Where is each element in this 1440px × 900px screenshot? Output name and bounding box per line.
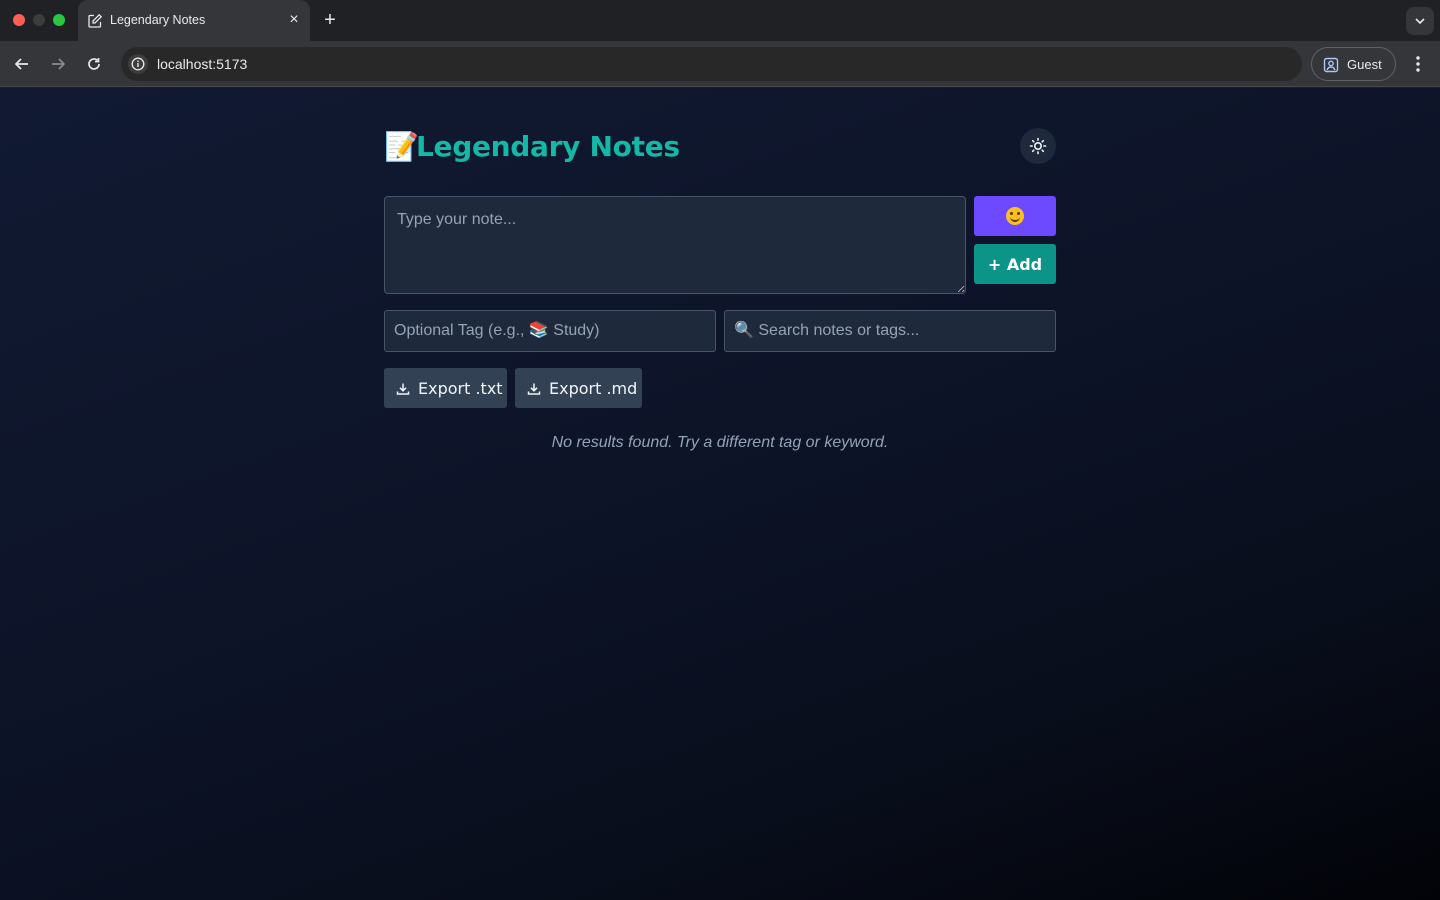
- browser-tab-strip: Legendary Notes × +: [0, 0, 1440, 41]
- window-zoom-button[interactable]: [53, 14, 65, 26]
- profile-label: Guest: [1347, 57, 1382, 72]
- tab-close-icon[interactable]: ×: [286, 12, 302, 28]
- url-text: localhost:5173: [157, 56, 248, 72]
- export-txt-button[interactable]: Export .txt: [384, 368, 507, 408]
- browser-tab-active[interactable]: Legendary Notes ×: [78, 0, 310, 41]
- theme-toggle-button[interactable]: [1020, 128, 1056, 164]
- sun-icon: [1029, 137, 1047, 155]
- back-arrow-icon[interactable]: [11, 53, 33, 75]
- memo-icon: 📝: [384, 130, 419, 163]
- site-info-icon[interactable]: [128, 54, 148, 74]
- page-title-text: Legendary Notes: [416, 130, 680, 163]
- tag-input[interactable]: [384, 310, 716, 352]
- tab-title: Legendary Notes: [110, 13, 206, 27]
- add-note-button[interactable]: + Add: [974, 244, 1056, 284]
- chevron-down-icon: [1415, 18, 1425, 25]
- window-close-button[interactable]: [13, 14, 25, 26]
- smiling-face-icon: [1006, 206, 1024, 225]
- note-textarea[interactable]: [384, 196, 966, 294]
- new-tab-button[interactable]: +: [319, 9, 341, 31]
- browser-toolbar: localhost:5173 Guest: [0, 41, 1440, 87]
- download-icon: [396, 383, 410, 395]
- edit-note-icon: [87, 13, 103, 29]
- empty-results-message: No results found. Try a different tag or…: [551, 434, 889, 451]
- address-bar[interactable]: localhost:5173: [121, 47, 1302, 81]
- more-menu-icon[interactable]: [1408, 53, 1428, 75]
- profile-button[interactable]: Guest: [1311, 47, 1396, 81]
- page-viewport: 📝Legendary Notes + Add Export .txt: [0, 88, 1440, 900]
- export-md-label: Export .md: [549, 378, 638, 398]
- page-title: 📝Legendary Notes: [384, 128, 680, 168]
- tab-search-button[interactable]: [1406, 7, 1434, 35]
- download-icon: [527, 383, 541, 395]
- reload-icon[interactable]: [83, 53, 105, 75]
- search-input[interactable]: [724, 310, 1056, 352]
- profile-icon: [1323, 57, 1339, 73]
- emoji-picker-button[interactable]: [974, 196, 1056, 236]
- window-minimize-button[interactable]: [33, 14, 45, 26]
- export-md-button[interactable]: Export .md: [515, 368, 642, 408]
- export-txt-label: Export .txt: [418, 378, 503, 398]
- forward-arrow-icon[interactable]: [47, 53, 69, 75]
